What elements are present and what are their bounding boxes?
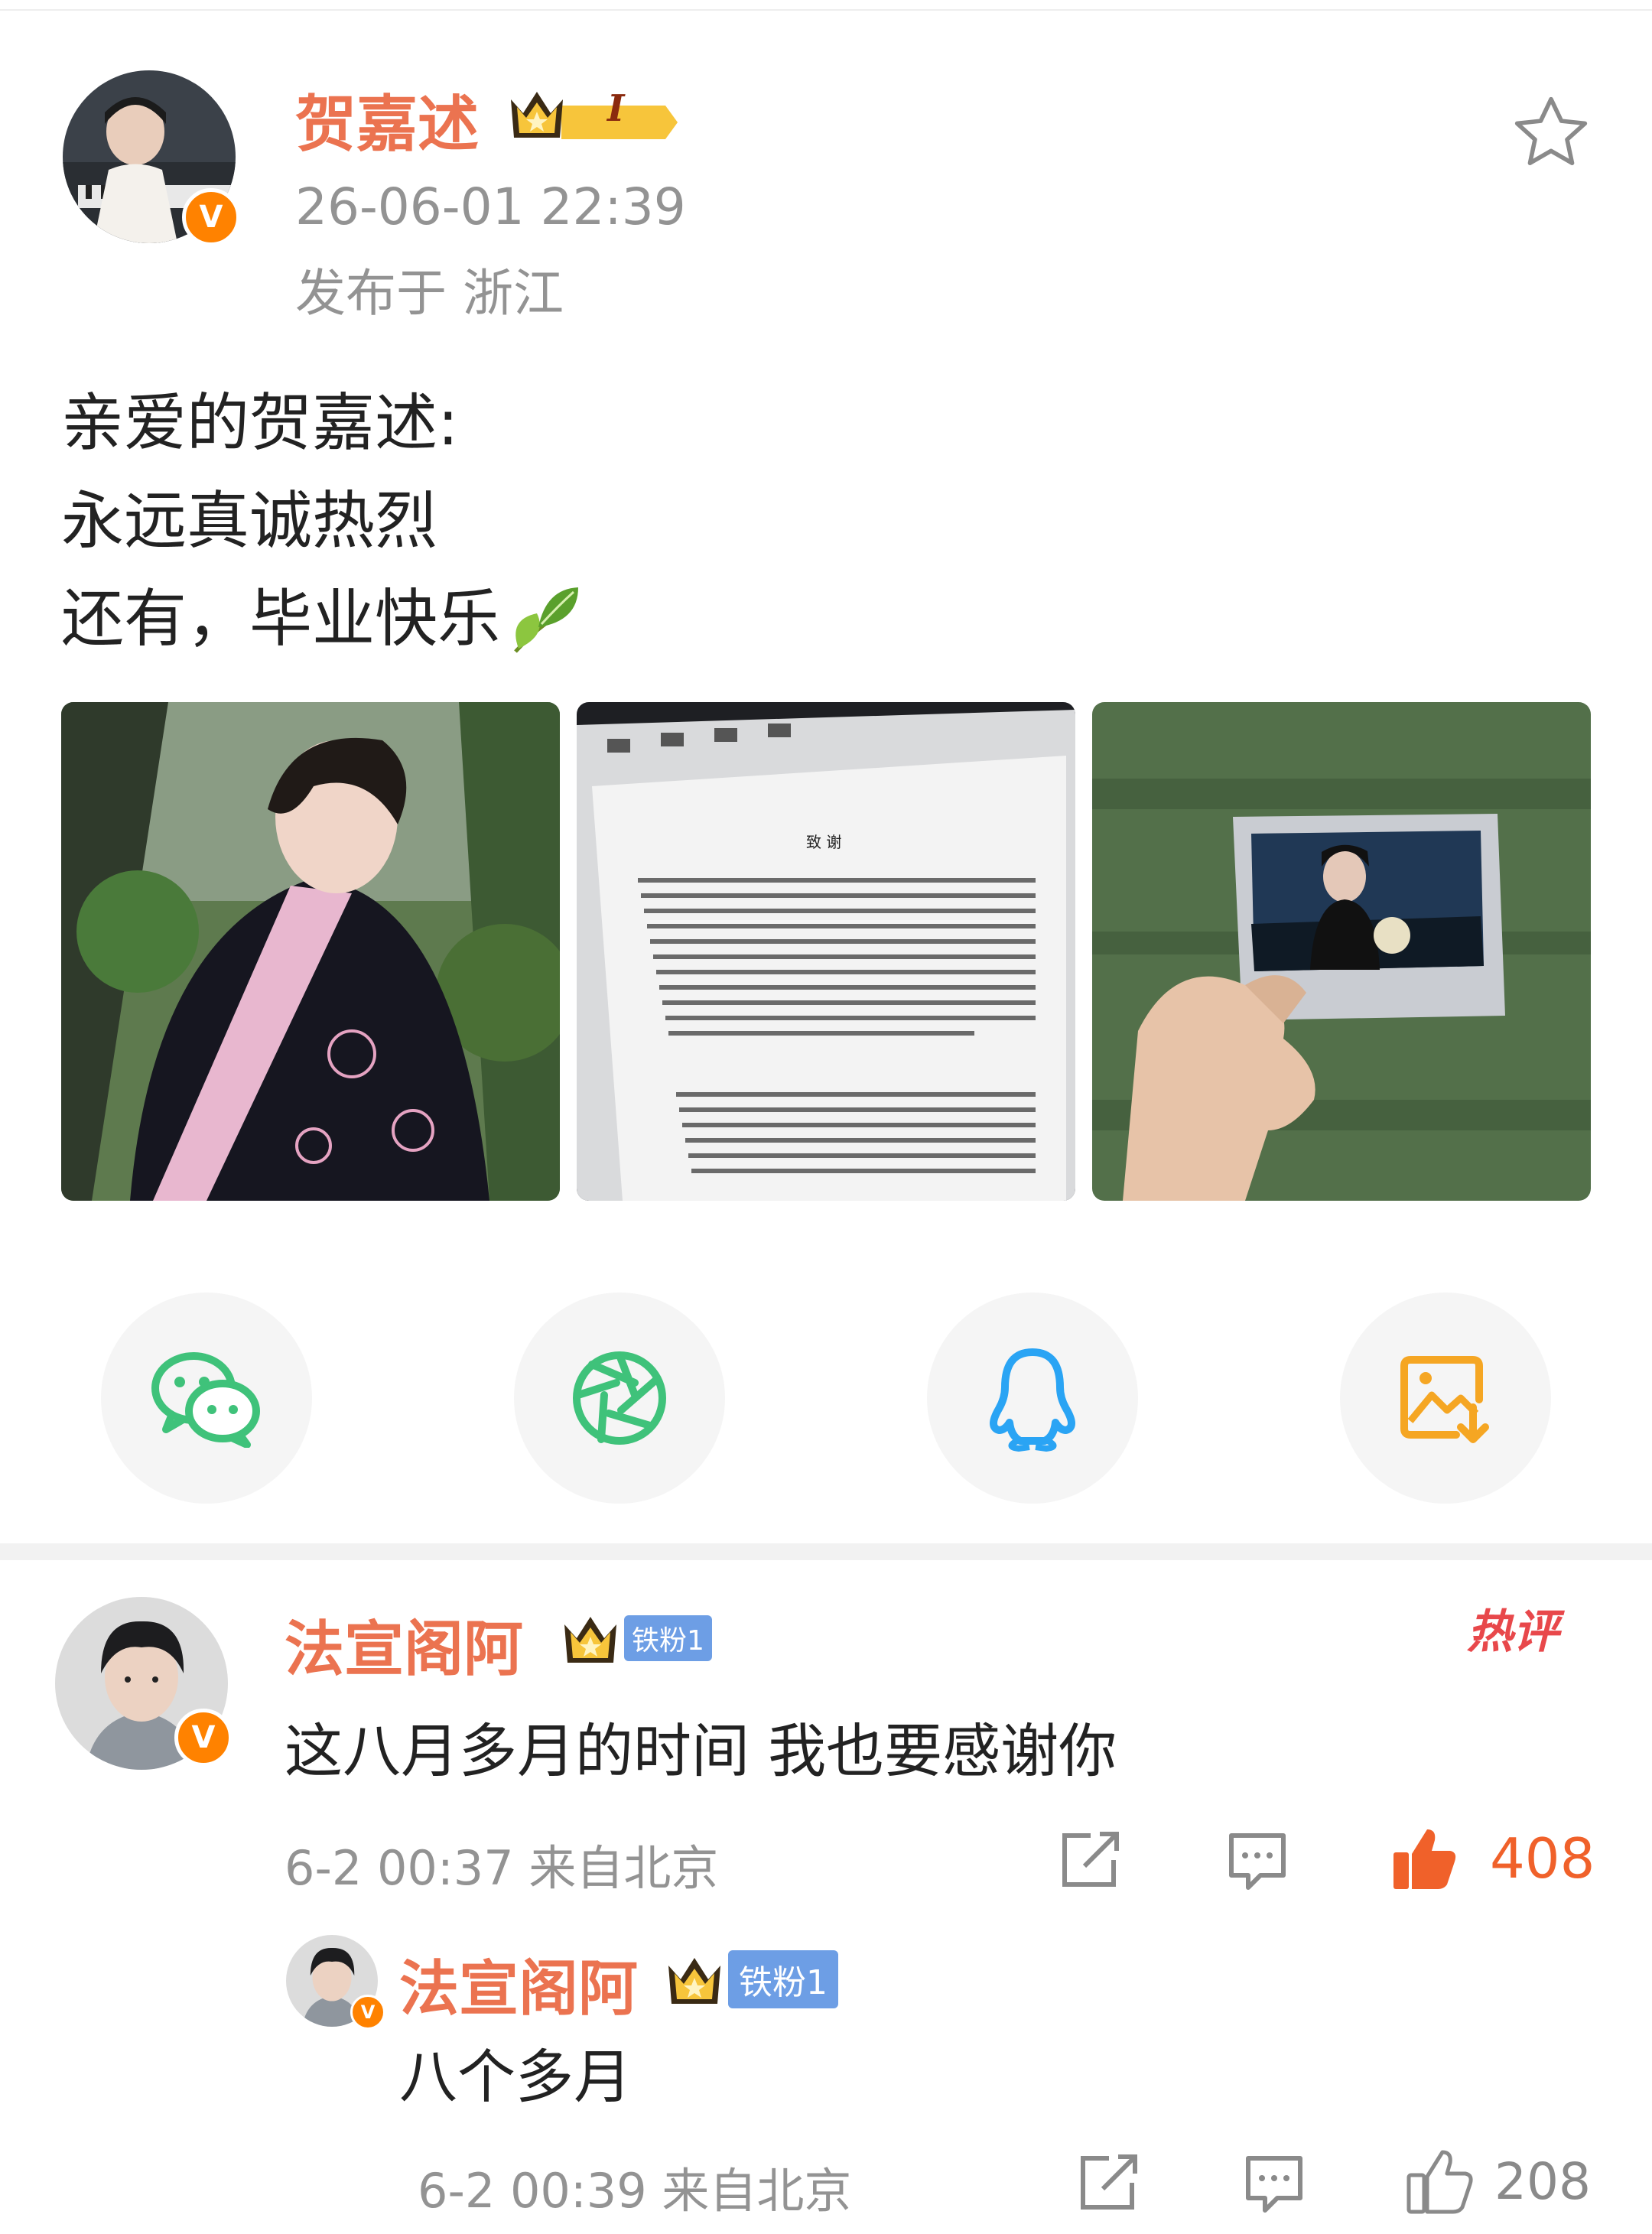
reply-fan-badge-label: 铁粉1 — [728, 1950, 838, 2008]
comment-like-button[interactable]: 408 — [1389, 1823, 1595, 1894]
thumbs-up-icon — [1406, 2150, 1473, 2214]
star-icon — [1514, 96, 1588, 165]
post-line-2: 永远真诚热烈 — [61, 485, 438, 558]
share-wechat-button[interactable] — [101, 1293, 312, 1504]
post-author-name[interactable]: 贺嘉述 — [295, 75, 479, 164]
favorite-star-button[interactable] — [1508, 90, 1594, 176]
crown-icon — [564, 1617, 616, 1663]
reply-like-count: 208 — [1494, 2151, 1591, 2211]
post-line-3: 还有，毕业快乐 — [61, 583, 501, 655]
verified-badge-icon: V — [350, 1995, 385, 2030]
comment-like-count: 408 — [1490, 1826, 1595, 1891]
comment-avatar[interactable]: V — [55, 1597, 233, 1770]
crown-icon — [511, 92, 678, 139]
comment-meta: 6-2 00:37 来自北京 — [285, 1840, 719, 1896]
share-moments-button[interactable] — [514, 1293, 725, 1504]
section-divider — [0, 1543, 1652, 1560]
post-time: 26-06-01 22:39 — [295, 177, 686, 236]
verified-badge-icon: V — [174, 1709, 233, 1767]
post-line-3-row: 还有，毕业快乐 — [61, 571, 584, 668]
member-level-badge[interactable]: I — [508, 83, 678, 144]
moments-icon — [573, 1351, 666, 1445]
top-divider — [0, 9, 1652, 11]
post-line-1: 亲爱的贺嘉述: — [61, 387, 459, 460]
save-image-button[interactable] — [1340, 1293, 1551, 1504]
save-image-icon — [1400, 1356, 1489, 1443]
post-photo-1[interactable] — [61, 702, 560, 1201]
reply-fan-badge[interactable]: 铁粉1 — [665, 1949, 838, 2010]
reply-like-button[interactable]: 208 — [1404, 2146, 1591, 2216]
leaf-icon — [514, 587, 579, 653]
comment-text: 这八月多月的时间 我也要感谢你 — [285, 1717, 1117, 1785]
share-out-icon — [1081, 2154, 1137, 2210]
post-avatar[interactable]: V — [63, 70, 240, 246]
qq-icon — [990, 1348, 1075, 1452]
thumbs-up-icon — [1393, 1829, 1456, 1889]
comment-share-button[interactable] — [1057, 1829, 1121, 1891]
reply-comment-button[interactable] — [1242, 2152, 1306, 2216]
comment-reply-button[interactable] — [1225, 1829, 1289, 1894]
member-level-text: I — [607, 87, 625, 130]
hot-comment-tag: 热评 — [1467, 1605, 1559, 1659]
share-out-icon — [1062, 1832, 1119, 1887]
reply-avatar[interactable]: V — [286, 1935, 385, 2030]
wechat-icon — [151, 1352, 260, 1448]
reply-text: 八个多月 — [399, 2043, 632, 2111]
reply-meta: 6-2 00:39 来自北京 — [418, 2163, 852, 2219]
post-body: 亲爱的贺嘉述: 永远真诚热烈 还有，毕业快乐 — [61, 375, 584, 668]
post-photo-2[interactable]: 致 谢 — [577, 702, 1075, 1201]
crown-icon — [668, 1958, 720, 2004]
comment-icon — [1246, 2156, 1302, 2213]
comment-icon — [1229, 1833, 1286, 1890]
verified-badge-icon: V — [182, 188, 240, 246]
fan-badge-label: 铁粉1 — [624, 1615, 712, 1661]
reply-author-name[interactable]: 法宣阁阿 — [399, 1941, 638, 2027]
fan-badge[interactable]: 铁粉1 — [561, 1608, 712, 1669]
comment-author-name[interactable]: 法宣阁阿 — [285, 1602, 523, 1687]
post-photo-3[interactable] — [1092, 702, 1591, 1201]
share-qq-button[interactable] — [927, 1293, 1138, 1504]
post-location: 发布于 浙江 — [295, 264, 564, 323]
reply-share-button[interactable] — [1075, 2152, 1140, 2213]
svg-text:致 谢: 致 谢 — [806, 833, 841, 851]
